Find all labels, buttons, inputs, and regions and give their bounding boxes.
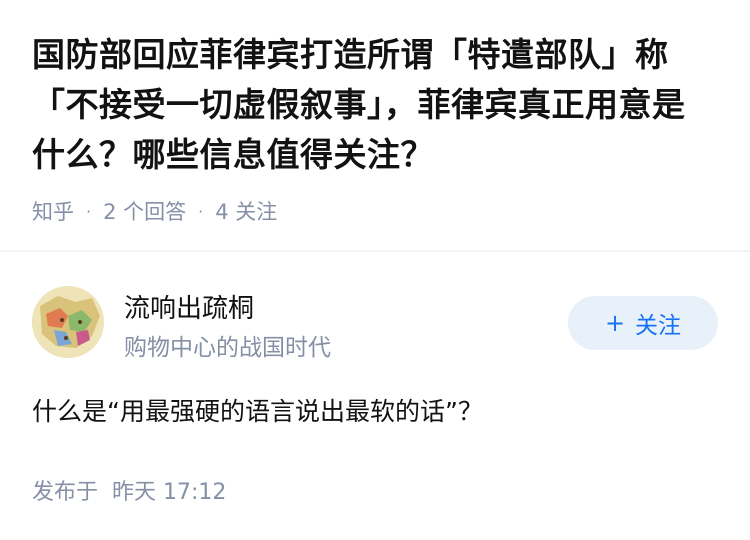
section-divider [0,250,750,252]
published-label: 发布于 [32,480,99,505]
separator-dot: · [86,201,92,221]
follow-label: 关注 [635,313,682,339]
avatar[interactable] [32,286,104,358]
source-label[interactable]: 知乎 [32,196,74,226]
author-name[interactable]: 流响出疏桐 [124,288,254,325]
separator-dot: · [198,201,204,221]
answer-content[interactable]: 什么是“用最强硬的语言说出最软的话”？ [32,392,483,432]
question-header: 国防部回应菲律宾打造所谓「特遣部队」称「不接受一切虚假叙事」，菲律宾真正用意是什… [0,0,750,250]
map-avatar-icon [32,286,104,358]
publish-info: 发布于 昨天 17:12 [32,474,226,506]
question-title[interactable]: 国防部回应菲律宾打造所谓「特遣部队」称「不接受一切虚假叙事」，菲律宾真正用意是什… [32,30,718,180]
plus-icon: + [604,309,626,337]
author-row: 流响出疏桐 购物中心的战国时代 + 关注 [32,286,718,362]
question-meta: 知乎 · 2 个回答 · 4 关注 [32,196,277,226]
published-time: 昨天 17:12 [112,480,227,505]
answer-count[interactable]: 2 个回答 [103,196,186,226]
author-bio: 购物中心的战国时代 [124,335,331,361]
follow-button[interactable]: + 关注 [568,296,718,350]
follower-count[interactable]: 4 关注 [215,196,277,226]
